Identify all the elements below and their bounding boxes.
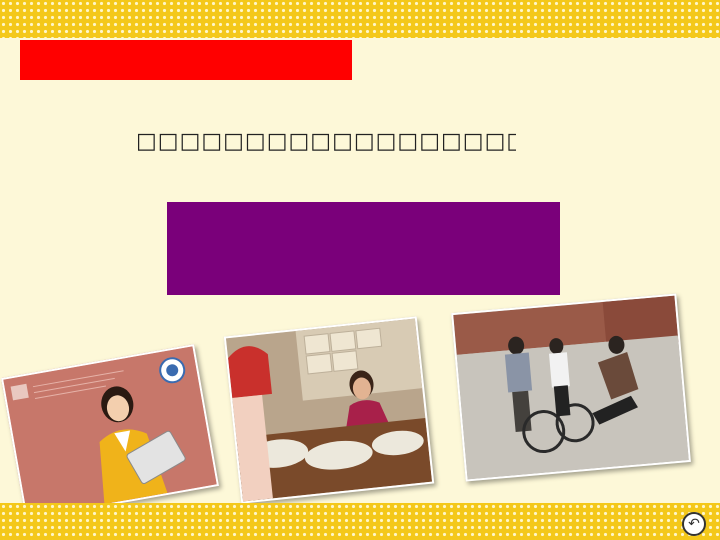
red-title-bar — [20, 40, 352, 80]
return-arrow-icon: ↶ — [688, 516, 700, 532]
purple-text-box — [167, 202, 560, 295]
street-bicycle-photo — [451, 293, 691, 482]
market-vendor-icon — [225, 318, 433, 502]
office-woman-illustration — [0, 344, 220, 520]
return-button[interactable]: ↶ — [682, 512, 706, 536]
office-woman-icon — [3, 346, 217, 518]
bottom-dotted-band — [0, 503, 720, 540]
top-dotted-band — [0, 0, 720, 38]
slide-heading: □□□□□□□□□□□□□□□□□□ — [136, 129, 516, 154]
street-bicycle-icon — [453, 295, 689, 480]
market-vendor-photo — [223, 316, 435, 504]
